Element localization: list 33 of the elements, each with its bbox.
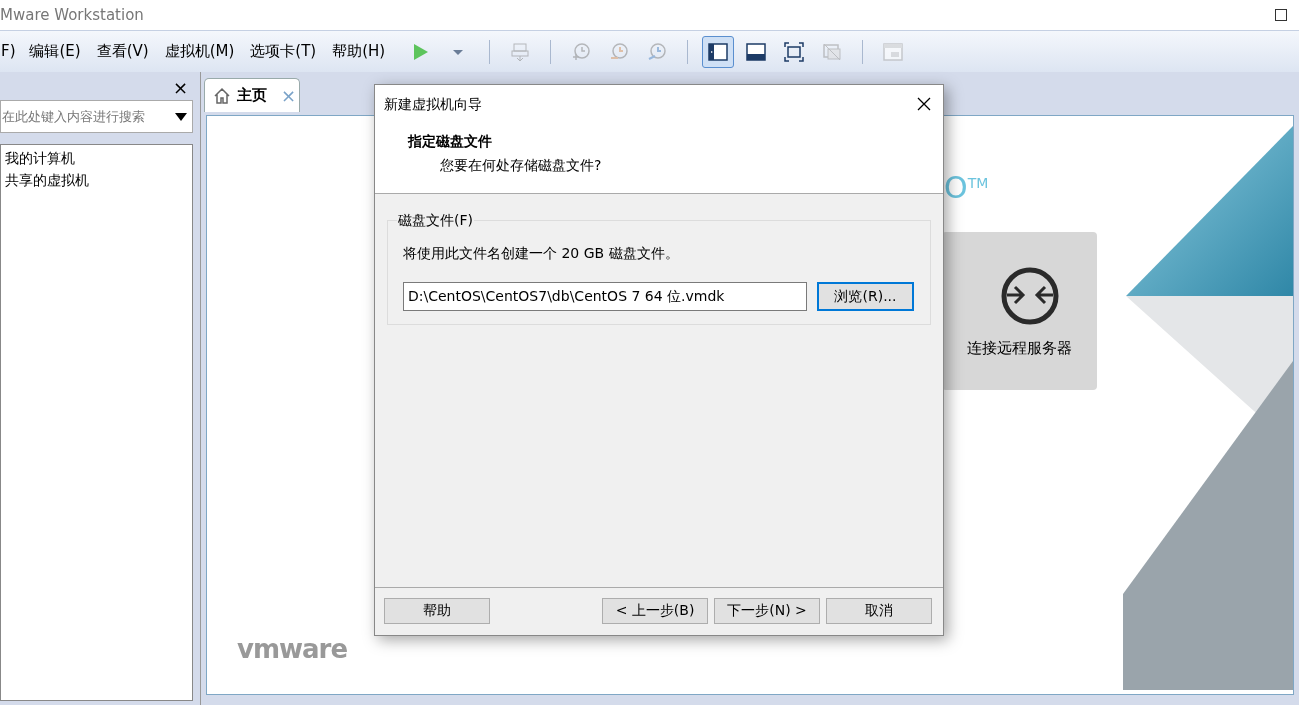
card-label: 连接远程服务器 [967,337,1072,359]
cancel-button[interactable]: 取消 [826,597,932,624]
dropdown-arrow-icon[interactable] [175,113,187,121]
menu-item[interactable]: 选项卡(T) [244,40,323,63]
back-button[interactable]: < 上一步(B) [602,597,708,624]
menu-item[interactable]: 查看(V) [90,40,155,63]
close-button[interactable]: × [172,78,188,97]
step-question: 您要在何处存储磁盘文件? [440,156,603,175]
step-heading: 指定磁盘文件 [408,132,493,151]
maximize-icon[interactable] [1275,9,1287,21]
sidebar-layout-icon[interactable] [702,35,735,68]
dialog-title: 新建虚拟机向导 [384,94,482,114]
connect-icon [1000,266,1059,325]
vmware-logo: vmware [237,633,348,666]
menu-item[interactable]: F) [1,40,16,63]
home-icon [213,86,231,105]
connect-server-card[interactable]: 连接远程服务器 [942,232,1097,390]
description-text: 将使用此文件名创建一个 20 GB 磁盘文件。 [403,244,680,263]
trademark: TM [967,174,989,191]
menu-item[interactable]: 虚拟机(M) [158,40,241,63]
logo-fragment: O [944,173,968,203]
next-button[interactable]: 下一步(N) > [714,597,820,624]
help-button[interactable]: 帮助 [384,597,490,624]
browse-button[interactable]: 浏览(R)... [817,282,914,311]
tree-item[interactable]: 共享的虚拟机 [1,169,89,191]
home-tab[interactable]: 主页 × [204,78,300,112]
search-field[interactable]: 在此处键入内容进行搜索 [0,100,193,133]
tree-item[interactable]: 我的计算机 [1,147,75,169]
window-title: Mware Workstation [0,4,144,26]
file-path-field[interactable]: D:\CentOS\CentOS7\db\CentOS 7 64 位.vmdk [403,282,807,311]
menu-item[interactable]: 编辑(E) [23,40,87,63]
menu-item[interactable]: 帮助(H) [326,40,392,63]
close-icon[interactable] [917,97,931,111]
